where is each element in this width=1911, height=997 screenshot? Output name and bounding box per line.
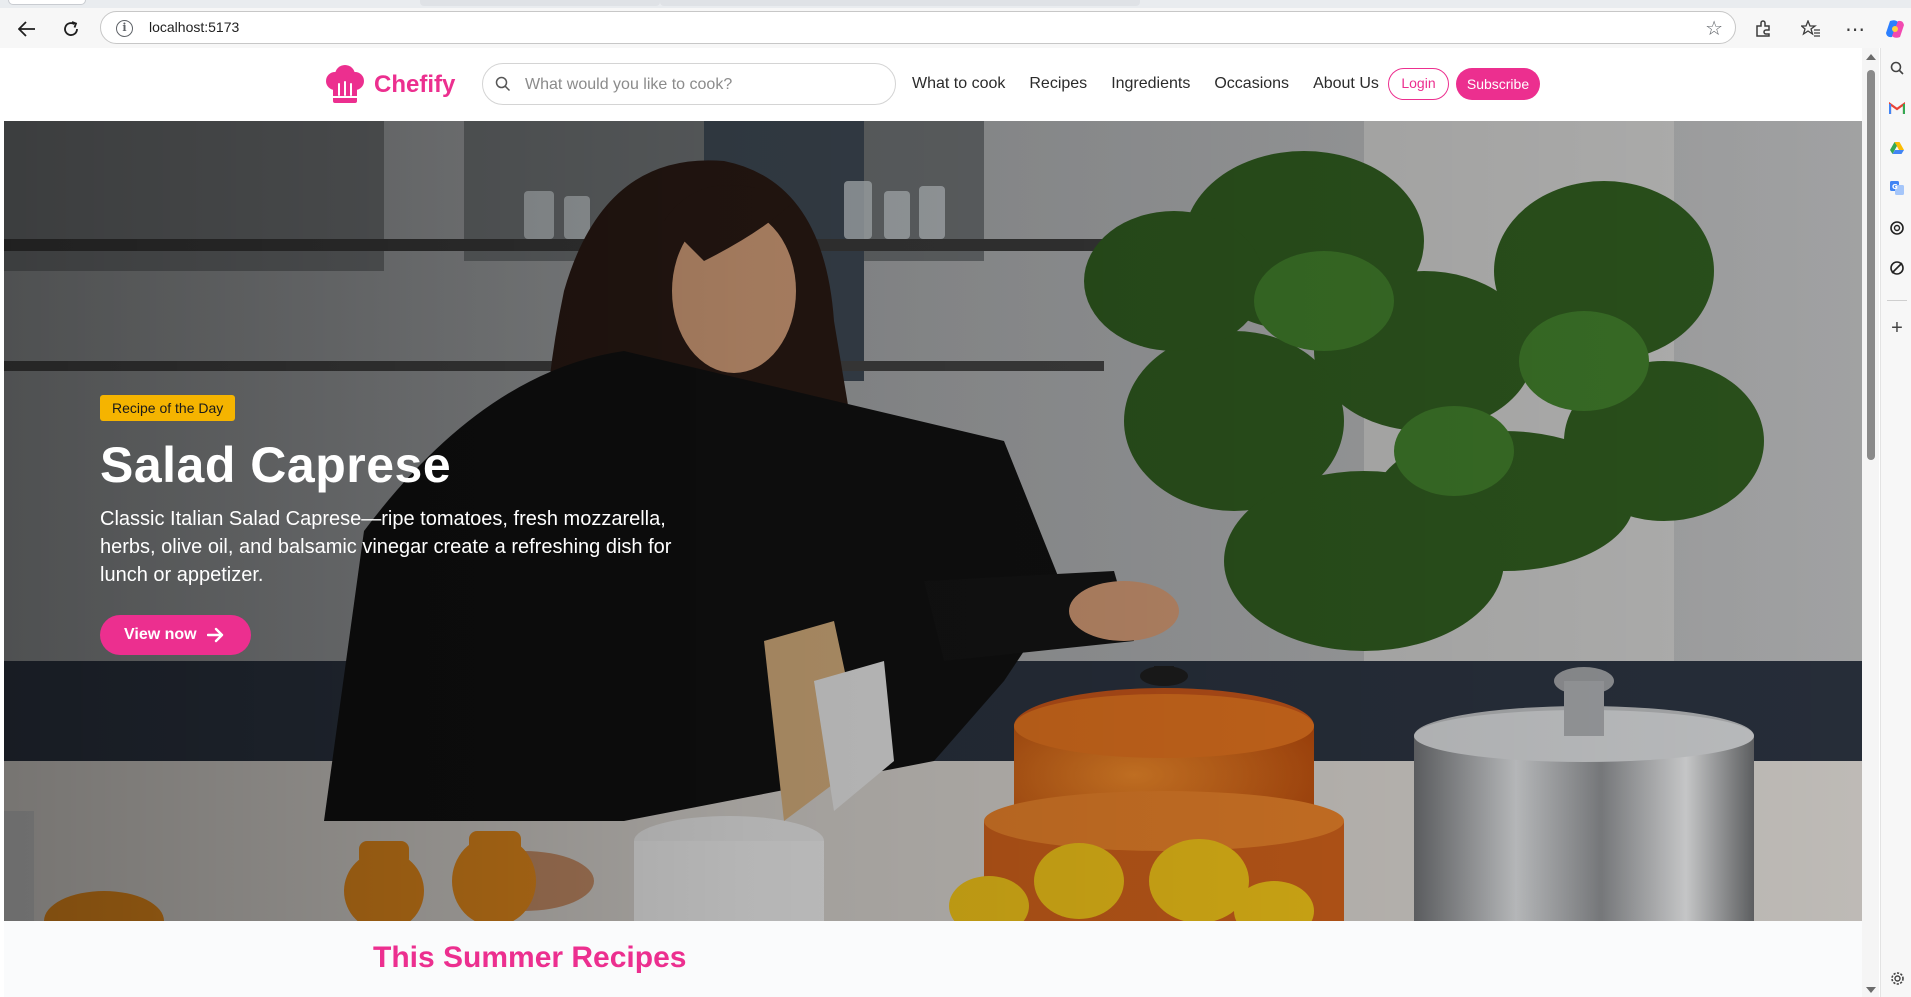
subscribe-button[interactable]: Subscribe xyxy=(1456,68,1540,100)
browser-tab[interactable] xyxy=(420,0,660,6)
login-button[interactable]: Login xyxy=(1388,68,1449,100)
page-scrollbar[interactable] xyxy=(1862,48,1879,997)
star-icon[interactable]: ☆ xyxy=(1705,16,1723,41)
view-now-label: View now xyxy=(124,626,197,643)
hero-banner: Recipe of the Day Salad Caprese Classic … xyxy=(4,121,1862,921)
hero-title: Salad Caprese xyxy=(100,437,452,493)
svg-text:G: G xyxy=(1892,183,1898,191)
extensions-icon[interactable] xyxy=(1748,16,1778,42)
summer-recipes-section: This Summer Recipes xyxy=(4,921,1862,997)
search-icon xyxy=(495,76,511,92)
browser-tab[interactable] xyxy=(660,0,1140,6)
nav-what-to-cook[interactable]: What to cook xyxy=(912,75,1005,93)
scroll-up-icon[interactable] xyxy=(1866,54,1876,60)
more-icon[interactable]: ⋯ xyxy=(1840,16,1870,42)
search-bar[interactable] xyxy=(482,63,896,105)
no-entry-icon[interactable] xyxy=(1887,258,1907,278)
section-title: This Summer Recipes xyxy=(373,941,687,974)
favorites-icon[interactable] xyxy=(1796,16,1826,42)
browser-tabstrip xyxy=(0,0,1911,8)
chef-hat-icon xyxy=(326,65,364,103)
scrollbar-thumb[interactable] xyxy=(1867,70,1875,460)
back-icon[interactable] xyxy=(12,16,42,42)
add-icon[interactable]: + xyxy=(1887,317,1907,339)
translate-icon[interactable]: G xyxy=(1887,178,1907,198)
nav-recipes[interactable]: Recipes xyxy=(1029,75,1087,93)
hero-content: Recipe of the Day Salad Caprese Classic … xyxy=(100,395,720,655)
browser-toolbar: i localhost:5173 ☆ ⋯ xyxy=(0,8,1911,48)
browser-sidebar: G + xyxy=(1880,48,1911,997)
arrow-right-icon xyxy=(206,627,223,643)
nav-about-us[interactable]: About Us xyxy=(1313,75,1379,93)
info-icon[interactable]: i xyxy=(116,20,133,37)
chatgpt-icon[interactable] xyxy=(1887,218,1907,238)
view-now-button[interactable]: View now xyxy=(100,615,251,655)
settings-icon[interactable] xyxy=(1887,968,1907,988)
copilot-icon[interactable] xyxy=(1880,16,1910,42)
drive-icon[interactable] xyxy=(1887,138,1907,158)
search-input[interactable] xyxy=(523,74,883,96)
browser-tab-active[interactable] xyxy=(8,0,86,5)
nav-occasions[interactable]: Occasions xyxy=(1214,75,1289,93)
url-text[interactable]: localhost:5173 xyxy=(149,19,239,35)
logo[interactable]: Chefify xyxy=(324,64,455,106)
reload-icon[interactable] xyxy=(56,16,86,42)
main-nav: What to cook Recipes Ingredients Occasio… xyxy=(912,72,1403,96)
hero-description: Classic Italian Salad Caprese—ripe tomat… xyxy=(100,508,672,586)
site-header: Chefify What to cook Recipes Ingredients… xyxy=(4,48,1862,121)
address-bar[interactable]: i localhost:5173 ☆ xyxy=(100,11,1736,44)
recipe-of-the-day-badge: Recipe of the Day xyxy=(100,395,236,421)
brand-name: Chefify xyxy=(374,71,456,98)
sidebar-divider xyxy=(1887,300,1907,301)
scroll-down-icon[interactable] xyxy=(1866,987,1876,993)
gmail-icon[interactable] xyxy=(1887,98,1907,118)
page-viewport: Chefify What to cook Recipes Ingredients… xyxy=(4,48,1862,997)
nav-ingredients[interactable]: Ingredients xyxy=(1111,75,1190,93)
search-icon[interactable] xyxy=(1887,58,1907,78)
